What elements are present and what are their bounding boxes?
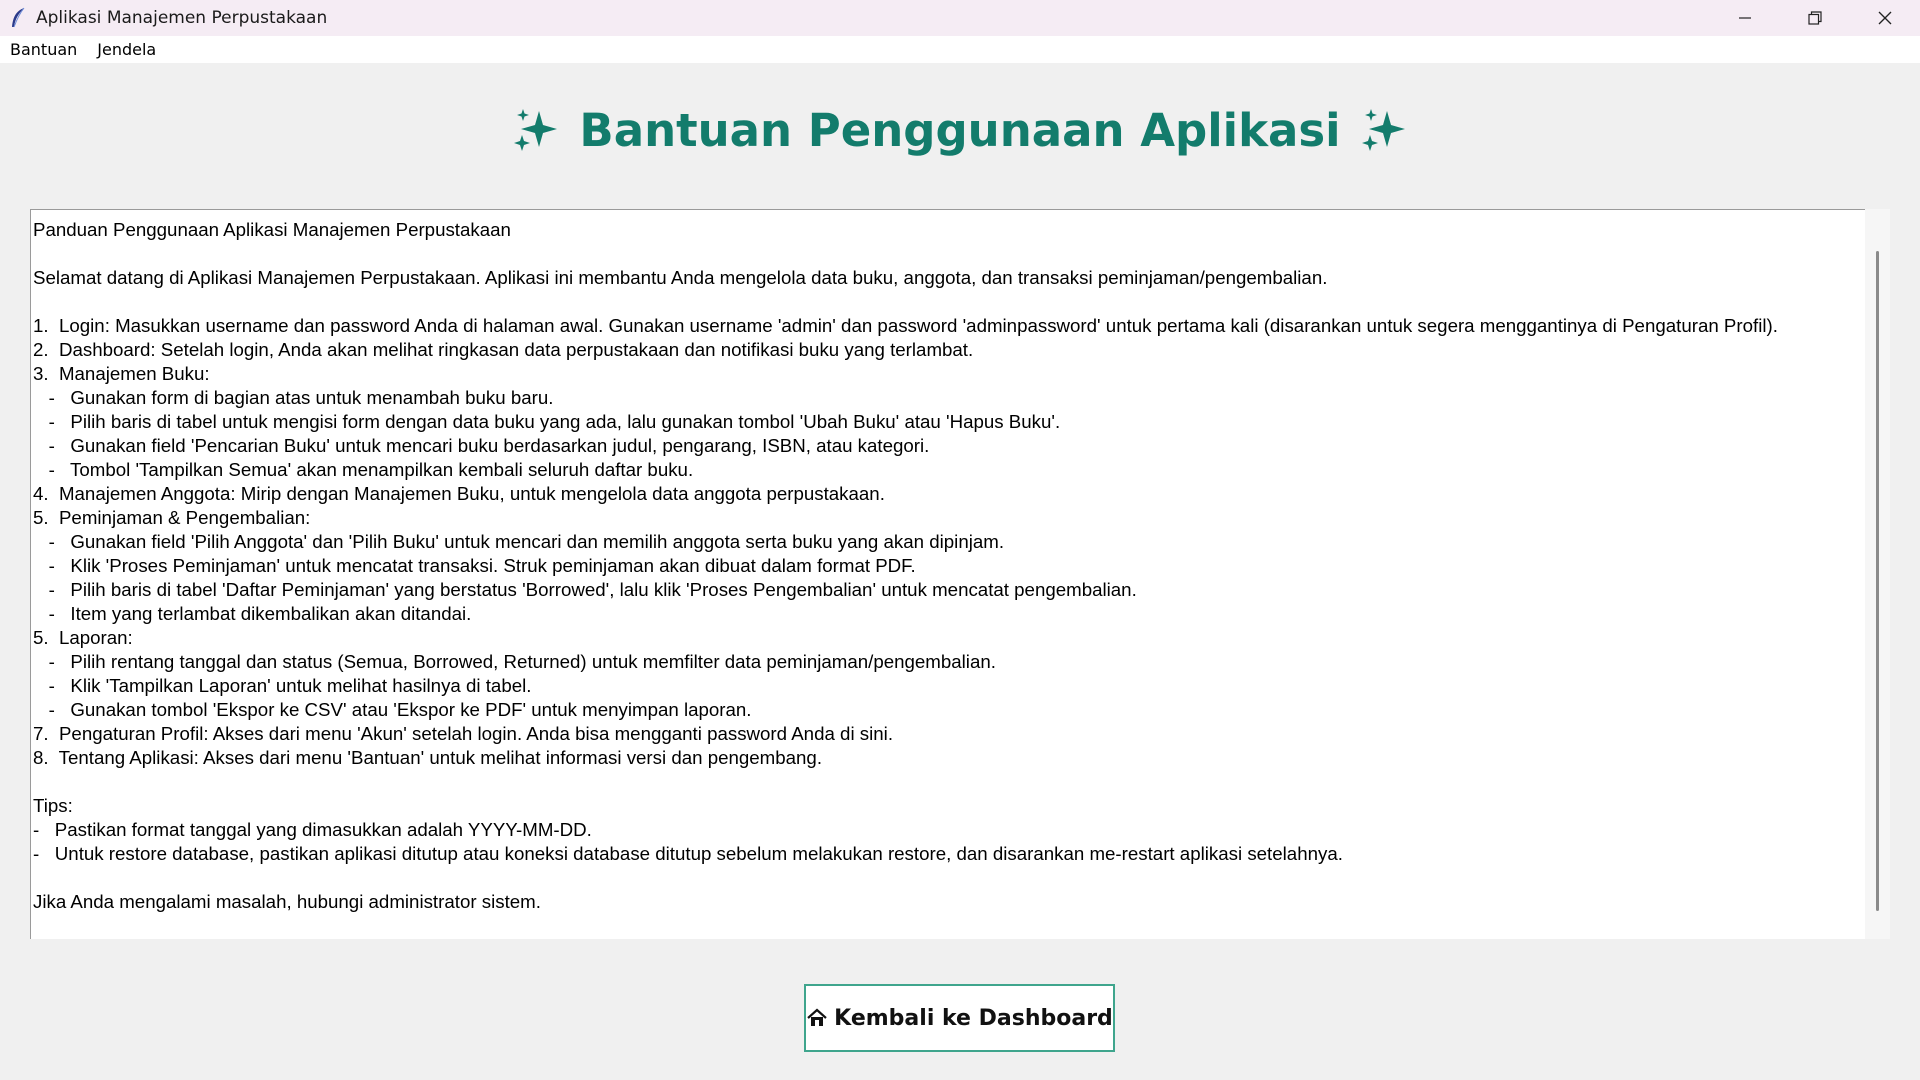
help-line: 1. Login: Masukkan username dan password…: [33, 315, 1778, 336]
menu-bar: Bantuan Jendela: [0, 36, 1920, 63]
help-line: - Gunakan form di bagian atas untuk mena…: [33, 387, 554, 408]
help-text-content: Panduan Penggunaan Aplikasi Manajemen Pe…: [31, 210, 1865, 914]
help-line: - Untuk restore database, pastikan aplik…: [33, 843, 1343, 864]
help-line: - Klik 'Tampilkan Laporan' untuk melihat…: [33, 675, 532, 696]
help-line: - Pilih rentang tanggal dan status (Semu…: [33, 651, 996, 672]
scrollbar-thumb[interactable]: [1876, 251, 1879, 911]
minimize-icon: [1739, 17, 1751, 19]
help-line: [33, 866, 1865, 890]
restore-icon: [1808, 11, 1822, 25]
menu-bantuan[interactable]: Bantuan: [0, 40, 87, 59]
help-line: Panduan Penggunaan Aplikasi Manajemen Pe…: [33, 219, 511, 240]
help-line: - Gunakan field 'Pencarian Buku' untuk m…: [33, 435, 930, 456]
help-line: Selamat datang di Aplikasi Manajemen Per…: [33, 267, 1328, 288]
house-icon: [807, 1008, 827, 1026]
title-bar: Aplikasi Manajemen Perpustakaan: [0, 0, 1920, 36]
restore-button[interactable]: [1780, 0, 1850, 36]
help-line: Tips:: [33, 795, 73, 816]
help-line: [33, 770, 1865, 794]
help-line: - Pilih baris di tabel 'Daftar Peminjama…: [33, 579, 1137, 600]
close-button[interactable]: [1850, 0, 1920, 36]
help-line: 2. Dashboard: Setelah login, Anda akan m…: [33, 339, 974, 360]
help-line: 4. Manajemen Anggota: Mirip dengan Manaj…: [33, 483, 885, 504]
help-line: 5. Peminjaman & Pengembalian:: [33, 507, 311, 528]
help-line: - Klik 'Proses Peminjaman' untuk mencata…: [33, 555, 916, 576]
close-icon: [1878, 11, 1892, 25]
help-line: 8. Tentang Aplikasi: Akses dari menu 'Ba…: [33, 747, 823, 768]
help-line: - Gunakan tombol 'Ekspor ke CSV' atau 'E…: [33, 699, 752, 720]
back-button-label: Kembali ke Dashboard: [834, 1005, 1113, 1031]
help-text-area[interactable]: Panduan Penggunaan Aplikasi Manajemen Pe…: [30, 209, 1865, 939]
page-heading: Bantuan Penggunaan Aplikasi: [0, 96, 1920, 164]
page-title: Bantuan Penggunaan Aplikasi: [579, 103, 1341, 157]
menu-jendela[interactable]: Jendela: [87, 40, 166, 59]
help-line: [33, 290, 1865, 314]
back-to-dashboard-button[interactable]: Kembali ke Dashboard: [804, 984, 1115, 1052]
window-controls: [1710, 0, 1920, 36]
vertical-scrollbar[interactable]: [1865, 209, 1890, 939]
minimize-button[interactable]: [1710, 0, 1780, 36]
feather-icon: [0, 0, 36, 36]
sparkles-icon: [1361, 109, 1405, 151]
help-line: - Item yang terlambat dikembalikan akan …: [33, 603, 472, 624]
help-line: 3. Manajemen Buku:: [33, 363, 210, 384]
window-title: Aplikasi Manajemen Perpustakaan: [36, 8, 328, 28]
help-line: 7. Pengaturan Profil: Akses dari menu 'A…: [33, 723, 894, 744]
help-line: - Pilih baris di tabel untuk mengisi for…: [33, 411, 1061, 432]
help-line: - Gunakan field 'Pilih Anggota' dan 'Pil…: [33, 531, 1005, 552]
help-line: [33, 242, 1865, 266]
help-line: Jika Anda mengalami masalah, hubungi adm…: [33, 891, 541, 912]
sparkles-icon: [514, 109, 558, 151]
help-line: 5. Laporan:: [33, 627, 133, 648]
help-line: - Tombol 'Tampilkan Semua' akan menampil…: [33, 459, 694, 480]
help-line: - Pastikan format tanggal yang dimasukka…: [33, 819, 592, 840]
